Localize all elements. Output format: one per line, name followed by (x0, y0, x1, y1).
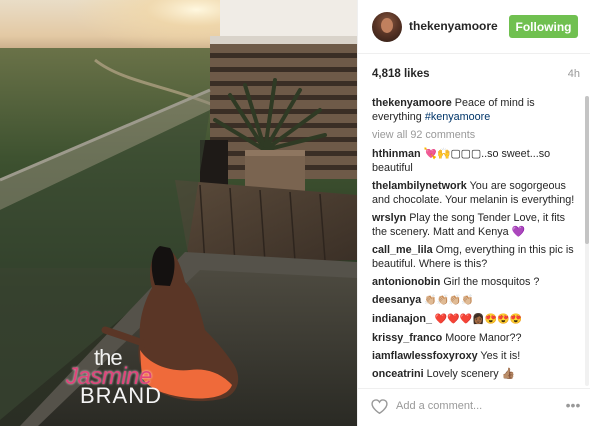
post-time[interactable]: 4h (568, 68, 580, 80)
more-options-icon[interactable]: ••• (564, 396, 582, 414)
comment-item: wrslyn Play the song Tender Love, it fit… (372, 211, 579, 239)
likes-row: 4,818 likes 4h (372, 68, 580, 84)
view-all-comments-link[interactable]: view all 92 comments (372, 128, 579, 142)
comment-item: antonionobin Girl the mosquitos ? (372, 275, 579, 289)
comment-username[interactable]: krissy_franco (372, 332, 442, 344)
comment-item: deesanya 👏🏼👏🏼👏🏼👏🏼 (372, 293, 579, 308)
purple-heart-icon: 💜 (511, 226, 526, 238)
post-photo[interactable]: the Jasmine BRAND (0, 0, 357, 426)
comment-username[interactable]: indianajon_ (372, 313, 432, 325)
comment-item: indianajon_ ❤️❤️❤️👩🏾😍😍😍 (372, 312, 579, 327)
avatar[interactable] (372, 12, 402, 42)
comment-item: thelambilynetwork You are sogorgeous and… (372, 179, 579, 207)
comment-username[interactable]: onceatrini (372, 368, 424, 380)
watermark-logo: the Jasmine BRAND (52, 345, 172, 408)
comment-item: iamflawlessfoxyroxy Yes it is! (372, 349, 579, 363)
like-heart-icon[interactable] (370, 397, 388, 415)
post-header: thekenyamoore Following (358, 0, 590, 54)
post-caption: thekenyamoore Peace of mind is everythin… (372, 96, 579, 124)
comment-text: ❤️❤️❤️👩🏾😍😍😍 (432, 314, 522, 325)
caption-hashtag[interactable]: #kenyamoore (425, 111, 490, 123)
avatar-face (381, 18, 393, 33)
comments-scrollbar[interactable] (585, 96, 589, 386)
comment-item: onceatrini Lovely scenery 👍🏽 (372, 367, 579, 381)
comment-bar: ••• (358, 388, 590, 426)
comment-item: hthinman 💘🙌▢▢▢..so sweet...so beautiful (372, 147, 579, 175)
scrollbar-thumb[interactable] (585, 96, 589, 244)
comment-username[interactable]: thelambilynetwork (372, 180, 467, 192)
add-comment-input[interactable] (396, 398, 556, 414)
post-author-username[interactable]: thekenyamoore (409, 19, 498, 33)
comment-username[interactable]: deesanya (372, 294, 421, 306)
comment-username[interactable]: hthinman (372, 148, 421, 160)
post-sidebar: thekenyamoore Following 4,818 likes 4h t… (357, 0, 590, 426)
comment-text: Girl the mosquitos ? (440, 276, 540, 288)
comment-text: Yes it is! (477, 350, 521, 362)
comment-username[interactable]: iamflawlessfoxyroxy (372, 350, 478, 362)
comments-list: thekenyamoore Peace of mind is everythin… (372, 96, 579, 384)
caption-username[interactable]: thekenyamoore (372, 97, 452, 109)
likes-count[interactable]: 4,818 likes (372, 68, 430, 80)
comment-username[interactable]: wrslyn (372, 212, 406, 224)
watermark-line-brand: BRAND (80, 383, 163, 408)
comment-item: krissy_franco Moore Manor?? (372, 331, 579, 345)
comment-text: Lovely scenery 👍🏽 (423, 368, 516, 380)
comment-text: Moore Manor?? (442, 332, 522, 344)
following-button[interactable]: Following (509, 15, 578, 38)
comment-username[interactable]: antonionobin (372, 276, 440, 288)
comment-text: 👏🏼👏🏼👏🏼👏🏼 (421, 295, 474, 306)
comment-item: call_me_lila Omg, everything in this pic… (372, 243, 579, 271)
comment-username[interactable]: call_me_lila (372, 244, 433, 256)
